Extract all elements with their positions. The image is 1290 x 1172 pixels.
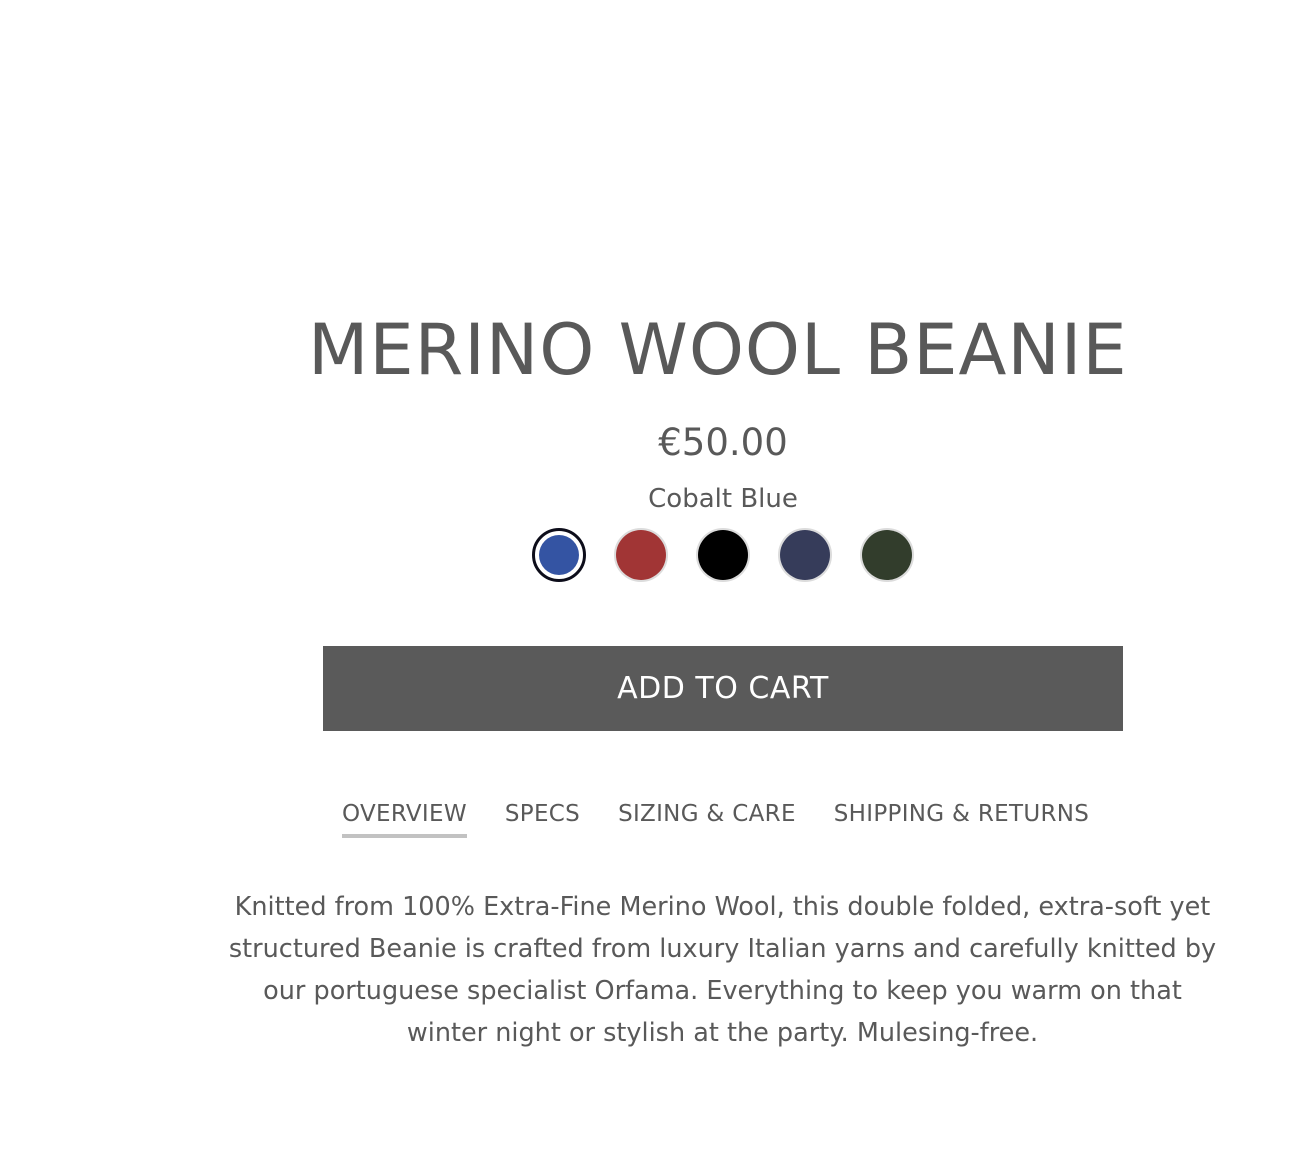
product-title: MERINO WOOL BEANIE [308, 309, 1128, 391]
color-swatch-dot [539, 535, 579, 575]
selected-color-label: Cobalt Blue [648, 484, 798, 514]
add-to-cart-button[interactable]: ADD TO CART [323, 646, 1123, 731]
color-swatch-cobalt-blue[interactable] [532, 528, 586, 582]
product-details: MERINO WOOL BEANIE €50.00 Cobalt Blue AD… [0, 0, 1290, 1172]
color-swatch-black[interactable] [696, 528, 750, 582]
product-description: Knitted from 100% Extra-Fine Merino Wool… [228, 892, 1217, 1048]
color-swatch-green[interactable] [860, 528, 914, 582]
color-swatch-dot [780, 530, 830, 580]
tab-specs[interactable]: SPECS [505, 796, 580, 838]
color-swatches [532, 528, 914, 582]
color-swatch-dot [862, 530, 912, 580]
product-price: €50.00 [658, 421, 788, 464]
tab-shipping-returns[interactable]: SHIPPING & RETURNS [834, 796, 1089, 838]
color-swatch-red[interactable] [614, 528, 668, 582]
color-swatch-navy[interactable] [778, 528, 832, 582]
color-swatch-dot [616, 530, 666, 580]
tab-overview[interactable]: OVERVIEW [342, 796, 467, 838]
color-swatch-dot [698, 530, 748, 580]
product-info-tabs: OVERVIEW SPECS SIZING & CARE SHIPPING & … [342, 796, 1089, 838]
tab-sizing-care[interactable]: SIZING & CARE [618, 796, 796, 838]
